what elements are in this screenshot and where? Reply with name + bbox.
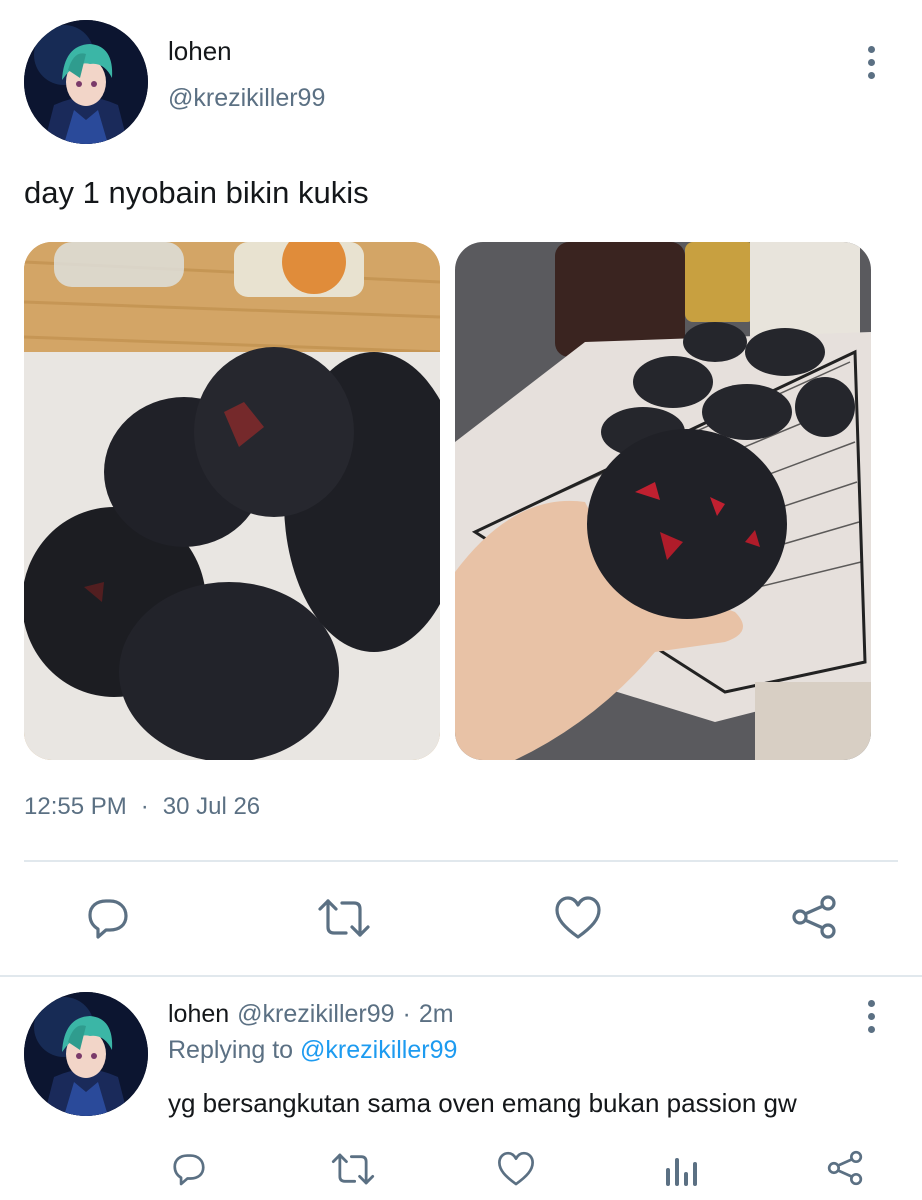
tweet-text: day 1 nyobain bikin kukis <box>24 175 369 210</box>
tweet-time: 12:55 PM <box>24 793 127 820</box>
author-handle[interactable]: @krezikiller99 <box>168 84 325 113</box>
more-vertical-icon-dot <box>867 59 875 66</box>
tweet-photo-2[interactable] <box>455 242 871 760</box>
reply-author-avatar[interactable] <box>24 992 148 1116</box>
more-options-button[interactable] <box>864 46 878 79</box>
analytics-icon <box>666 1158 697 1186</box>
more-vertical-icon-dot <box>867 72 875 79</box>
reply-reply-button[interactable] <box>170 1150 208 1193</box>
section-divider <box>0 975 922 977</box>
share-button[interactable] <box>790 893 838 946</box>
author-avatar[interactable] <box>24 20 148 144</box>
reply-retweet-button[interactable] <box>330 1150 376 1193</box>
more-vertical-icon-dot <box>867 1026 875 1033</box>
heart-icon <box>555 896 601 939</box>
like-button[interactable] <box>554 895 602 946</box>
more-vertical-icon <box>867 1000 875 1007</box>
burnt-cookies-pile-photo <box>24 242 440 760</box>
more-vertical-icon <box>867 46 875 53</box>
reply-button[interactable] <box>84 894 132 947</box>
meta-separator: · <box>140 793 149 820</box>
reply-text: yg bersangkutan sama oven emang bukan pa… <box>168 1088 797 1118</box>
burnt-cookie-in-hand-photo <box>455 242 871 760</box>
replying-to-line: Replying to @krezikiller99 <box>168 1036 457 1065</box>
share-icon <box>827 1150 863 1186</box>
tweet-date: 30 Jul 26 <box>162 793 261 820</box>
replying-to-prefix: Replying to <box>168 1036 294 1064</box>
reply-share-button[interactable] <box>826 1148 864 1193</box>
reply-more-options-button[interactable] <box>864 1000 878 1033</box>
author-display-name[interactable]: lohen <box>168 36 232 67</box>
reply-author-display-name[interactable]: lohen <box>168 1000 229 1029</box>
tweet-photo-1[interactable] <box>24 242 440 760</box>
reply-time-ago: 2m <box>418 1000 454 1028</box>
anime-avatar-icon <box>24 992 148 1116</box>
more-vertical-icon-dot <box>867 1013 875 1020</box>
divider <box>24 860 898 862</box>
retweet-button[interactable] <box>316 895 372 946</box>
reply-meta-separator: · <box>402 1000 411 1028</box>
reply-icon <box>88 899 128 939</box>
reply-like-button[interactable] <box>497 1150 535 1193</box>
reply-analytics-button[interactable] <box>664 1150 698 1193</box>
heart-icon <box>498 1151 534 1186</box>
tweet-timestamp[interactable]: 12:55 PM · 30 Jul 26 <box>24 793 260 821</box>
reply-author-handle[interactable]: @krezikiller99 <box>237 1000 394 1029</box>
retweet-icon <box>318 899 370 937</box>
share-icon <box>792 895 836 939</box>
replying-to-handle-link[interactable]: @krezikiller99 <box>300 1036 457 1064</box>
reply-icon <box>173 1154 205 1186</box>
retweet-icon <box>331 1153 375 1185</box>
anime-avatar-icon <box>24 20 148 144</box>
reply-header: lohen @krezikiller99 · 2m <box>168 1000 454 1029</box>
